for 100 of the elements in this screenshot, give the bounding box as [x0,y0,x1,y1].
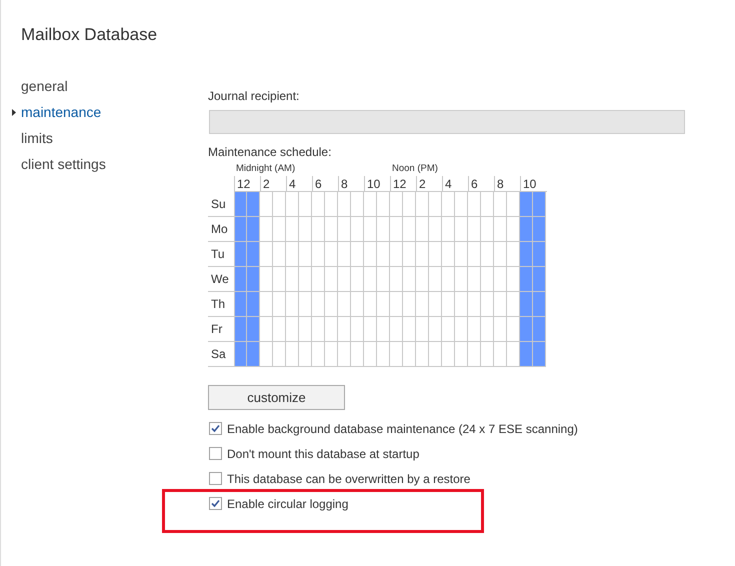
schedule-cell[interactable] [481,267,494,292]
schedule-cell[interactable] [494,242,507,267]
schedule-cell[interactable] [455,217,468,242]
schedule-cell[interactable] [364,317,377,342]
schedule-cell[interactable] [286,342,299,367]
schedule-cell[interactable] [377,342,390,367]
schedule-cell[interactable] [442,292,455,317]
schedule-cell[interactable] [260,317,273,342]
schedule-cell[interactable] [455,267,468,292]
schedule-cell[interactable] [468,317,481,342]
checkbox[interactable] [209,447,222,460]
schedule-cell[interactable] [273,317,286,342]
schedule-cell[interactable] [481,317,494,342]
schedule-cell[interactable] [468,192,481,217]
schedule-cell[interactable] [377,267,390,292]
schedule-cell[interactable] [351,267,364,292]
schedule-cell[interactable] [299,342,312,367]
schedule-cell[interactable] [325,342,338,367]
schedule-cell[interactable] [494,192,507,217]
schedule-cell[interactable] [325,192,338,217]
schedule-cell[interactable] [273,242,286,267]
schedule-cell[interactable] [481,192,494,217]
schedule-cell[interactable] [273,292,286,317]
schedule-cell[interactable] [312,242,325,267]
schedule-cell[interactable] [520,317,533,342]
schedule-cell[interactable] [273,342,286,367]
schedule-cell[interactable] [468,292,481,317]
schedule-cell[interactable] [455,317,468,342]
schedule-cell[interactable] [533,292,546,317]
schedule-cell[interactable] [312,192,325,217]
schedule-cell[interactable] [481,342,494,367]
schedule-cell[interactable] [364,192,377,217]
schedule-cell[interactable] [507,192,520,217]
schedule-cell[interactable] [403,342,416,367]
schedule-cell[interactable] [481,217,494,242]
schedule-cell[interactable] [377,292,390,317]
schedule-cell[interactable] [455,342,468,367]
schedule-cell[interactable] [455,242,468,267]
schedule-cell[interactable] [247,217,260,242]
schedule-cell[interactable] [286,292,299,317]
schedule-cell[interactable] [494,342,507,367]
schedule-cell[interactable] [351,342,364,367]
schedule-cell[interactable] [351,242,364,267]
schedule-cell[interactable] [442,342,455,367]
schedule-cell[interactable] [286,317,299,342]
schedule-cell[interactable] [468,217,481,242]
schedule-cell[interactable] [364,292,377,317]
schedule-cell[interactable] [403,217,416,242]
schedule-cell[interactable] [377,192,390,217]
schedule-cell[interactable] [429,342,442,367]
schedule-cell[interactable] [429,242,442,267]
schedule-cell[interactable] [325,217,338,242]
schedule-cell[interactable] [338,342,351,367]
schedule-cell[interactable] [520,242,533,267]
schedule-cell[interactable] [234,292,247,317]
schedule-cell[interactable] [338,267,351,292]
schedule-cell[interactable] [364,342,377,367]
schedule-cell[interactable] [390,317,403,342]
schedule-cell[interactable] [299,267,312,292]
schedule-cell[interactable] [533,342,546,367]
schedule-cell[interactable] [325,267,338,292]
schedule-cell[interactable] [325,242,338,267]
schedule-cell[interactable] [273,192,286,217]
schedule-cell[interactable] [416,217,429,242]
schedule-cell[interactable] [403,267,416,292]
schedule-cell[interactable] [507,292,520,317]
schedule-cell[interactable] [520,267,533,292]
schedule-cell[interactable] [351,217,364,242]
schedule-cell[interactable] [403,317,416,342]
schedule-cell[interactable] [416,292,429,317]
schedule-cell[interactable] [429,267,442,292]
schedule-cell[interactable] [442,267,455,292]
checkbox[interactable] [209,497,222,510]
schedule-cell[interactable] [507,267,520,292]
schedule-cell[interactable] [416,317,429,342]
schedule-cell[interactable] [455,292,468,317]
schedule-cell[interactable] [429,217,442,242]
schedule-cell[interactable] [520,192,533,217]
schedule-cell[interactable] [390,267,403,292]
schedule-cell[interactable] [364,267,377,292]
schedule-cell[interactable] [507,242,520,267]
schedule-cell[interactable] [234,342,247,367]
schedule-cell[interactable] [247,317,260,342]
schedule-cell[interactable] [247,342,260,367]
schedule-cell[interactable] [299,192,312,217]
schedule-cell[interactable] [429,317,442,342]
schedule-cell[interactable] [520,292,533,317]
nav-item[interactable]: general [21,76,68,97]
schedule-cell[interactable] [234,217,247,242]
schedule-cell[interactable] [377,242,390,267]
schedule-cell[interactable] [390,192,403,217]
schedule-cell[interactable] [338,292,351,317]
schedule-cell[interactable] [325,317,338,342]
schedule-cell[interactable] [429,292,442,317]
schedule-cell[interactable] [494,217,507,242]
schedule-cell[interactable] [260,217,273,242]
schedule-cell[interactable] [234,242,247,267]
schedule-cell[interactable] [481,242,494,267]
schedule-cell[interactable] [234,317,247,342]
schedule-cell[interactable] [416,242,429,267]
